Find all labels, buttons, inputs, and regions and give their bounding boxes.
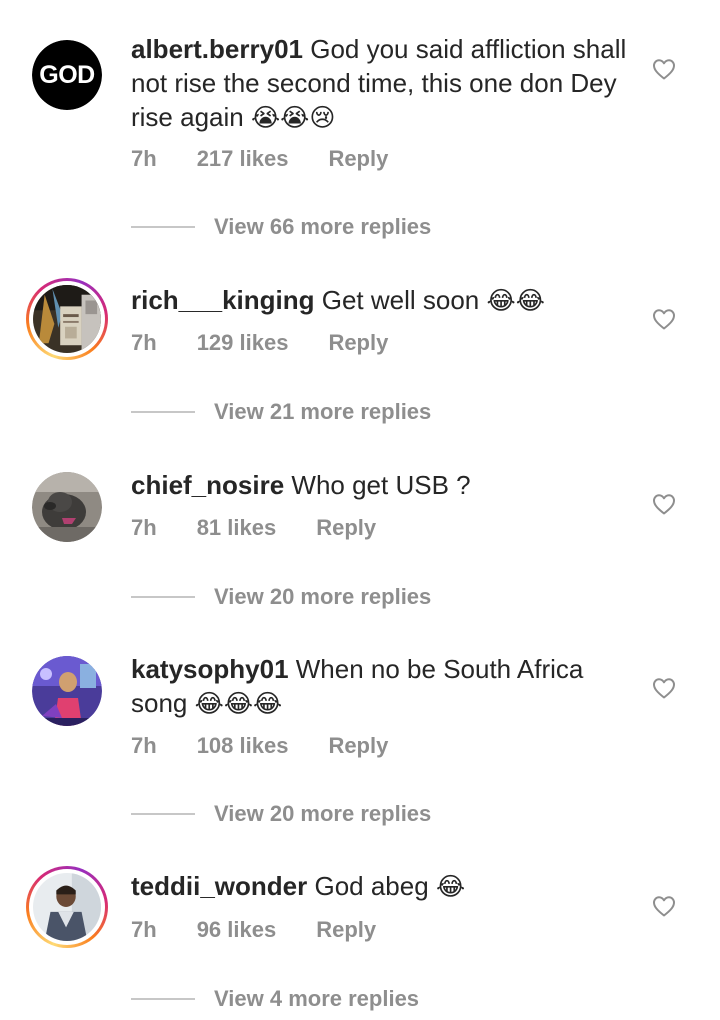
view-replies-label[interactable]: View 20 more replies — [214, 801, 431, 827]
likes-count[interactable]: 96 likes — [197, 917, 277, 943]
reply-button[interactable]: Reply — [328, 330, 388, 356]
username[interactable]: chief_nosire — [131, 470, 284, 500]
avatar[interactable] — [26, 650, 108, 732]
view-replies-label[interactable]: View 66 more replies — [214, 214, 431, 240]
heart-outline-icon[interactable] — [652, 677, 676, 699]
replies-divider — [131, 596, 195, 598]
comment-text: rich___kinging Get well soon 😂😂 — [131, 283, 631, 318]
comment-meta: 7h 108 likes Reply — [131, 733, 428, 759]
username[interactable]: katysophy01 — [131, 654, 289, 684]
avatar-image: GOD — [32, 40, 102, 110]
avatar-image — [33, 285, 101, 353]
view-replies[interactable]: View 21 more replies — [131, 399, 431, 425]
comment-text: katysophy01 When no be South Africa song… — [131, 652, 631, 721]
replies-divider — [131, 998, 195, 1000]
likes-count[interactable]: 217 likes — [197, 146, 289, 172]
replies-divider — [131, 226, 195, 228]
comment-time: 7h — [131, 917, 157, 942]
comment-text: teddii_wonder God abeg 😂 — [131, 869, 631, 904]
reply-button[interactable]: Reply — [316, 515, 376, 541]
view-replies[interactable]: View 4 more replies — [131, 986, 419, 1012]
comment-text: albert.berry01 God you said affliction s… — [131, 32, 631, 135]
comment-meta: 7h 96 likes Reply — [131, 917, 416, 943]
comments-list: GOD albert.berry01 God you said afflicti… — [0, 0, 720, 1020]
view-replies-label[interactable]: View 4 more replies — [214, 986, 419, 1012]
comment-emoji: 😂 — [435, 872, 466, 901]
comment-time: 7h — [131, 146, 157, 171]
comment-time: 7h — [131, 515, 157, 540]
avatar[interactable]: GOD — [26, 34, 108, 116]
likes-count[interactable]: 81 likes — [197, 515, 277, 541]
comment-message: God abeg — [314, 871, 429, 901]
avatar-image — [33, 873, 101, 941]
comment-message: Get well soon — [321, 285, 480, 315]
comment-emoji: 😭😭😢 — [250, 103, 336, 132]
view-replies[interactable]: View 20 more replies — [131, 801, 431, 827]
replies-divider — [131, 813, 195, 815]
comment-message: Who get USB ? — [291, 470, 471, 500]
username[interactable]: albert.berry01 — [131, 34, 303, 64]
avatar-image — [32, 656, 102, 726]
comment-time: 7h — [131, 330, 157, 355]
replies-divider — [131, 411, 195, 413]
comment-emoji: 😂😂😂 — [194, 689, 283, 718]
view-replies[interactable]: View 20 more replies — [131, 584, 431, 610]
avatar[interactable] — [26, 278, 108, 360]
avatar[interactable] — [26, 466, 108, 548]
avatar-image — [32, 472, 102, 542]
comment-emoji: 😂😂 — [486, 286, 545, 315]
view-replies-label[interactable]: View 21 more replies — [214, 399, 431, 425]
reply-button[interactable]: Reply — [328, 146, 388, 172]
comment-text: chief_nosire Who get USB ? — [131, 468, 631, 502]
comment-time: 7h — [131, 733, 157, 758]
likes-count[interactable]: 108 likes — [197, 733, 289, 759]
reply-button[interactable]: Reply — [328, 733, 388, 759]
reply-button[interactable]: Reply — [316, 917, 376, 943]
heart-outline-icon[interactable] — [652, 58, 676, 80]
username[interactable]: teddii_wonder — [131, 871, 307, 901]
heart-outline-icon[interactable] — [652, 308, 676, 330]
view-replies[interactable]: View 66 more replies — [131, 214, 431, 240]
likes-count[interactable]: 129 likes — [197, 330, 289, 356]
username[interactable]: rich___kinging — [131, 285, 315, 315]
heart-outline-icon[interactable] — [652, 493, 676, 515]
avatar[interactable] — [26, 866, 108, 948]
view-replies-label[interactable]: View 20 more replies — [214, 584, 431, 610]
comment-meta: 7h 81 likes Reply — [131, 515, 416, 541]
comment-meta: 7h 217 likes Reply — [131, 146, 428, 172]
heart-outline-icon[interactable] — [652, 895, 676, 917]
comment-meta: 7h 129 likes Reply — [131, 330, 428, 356]
